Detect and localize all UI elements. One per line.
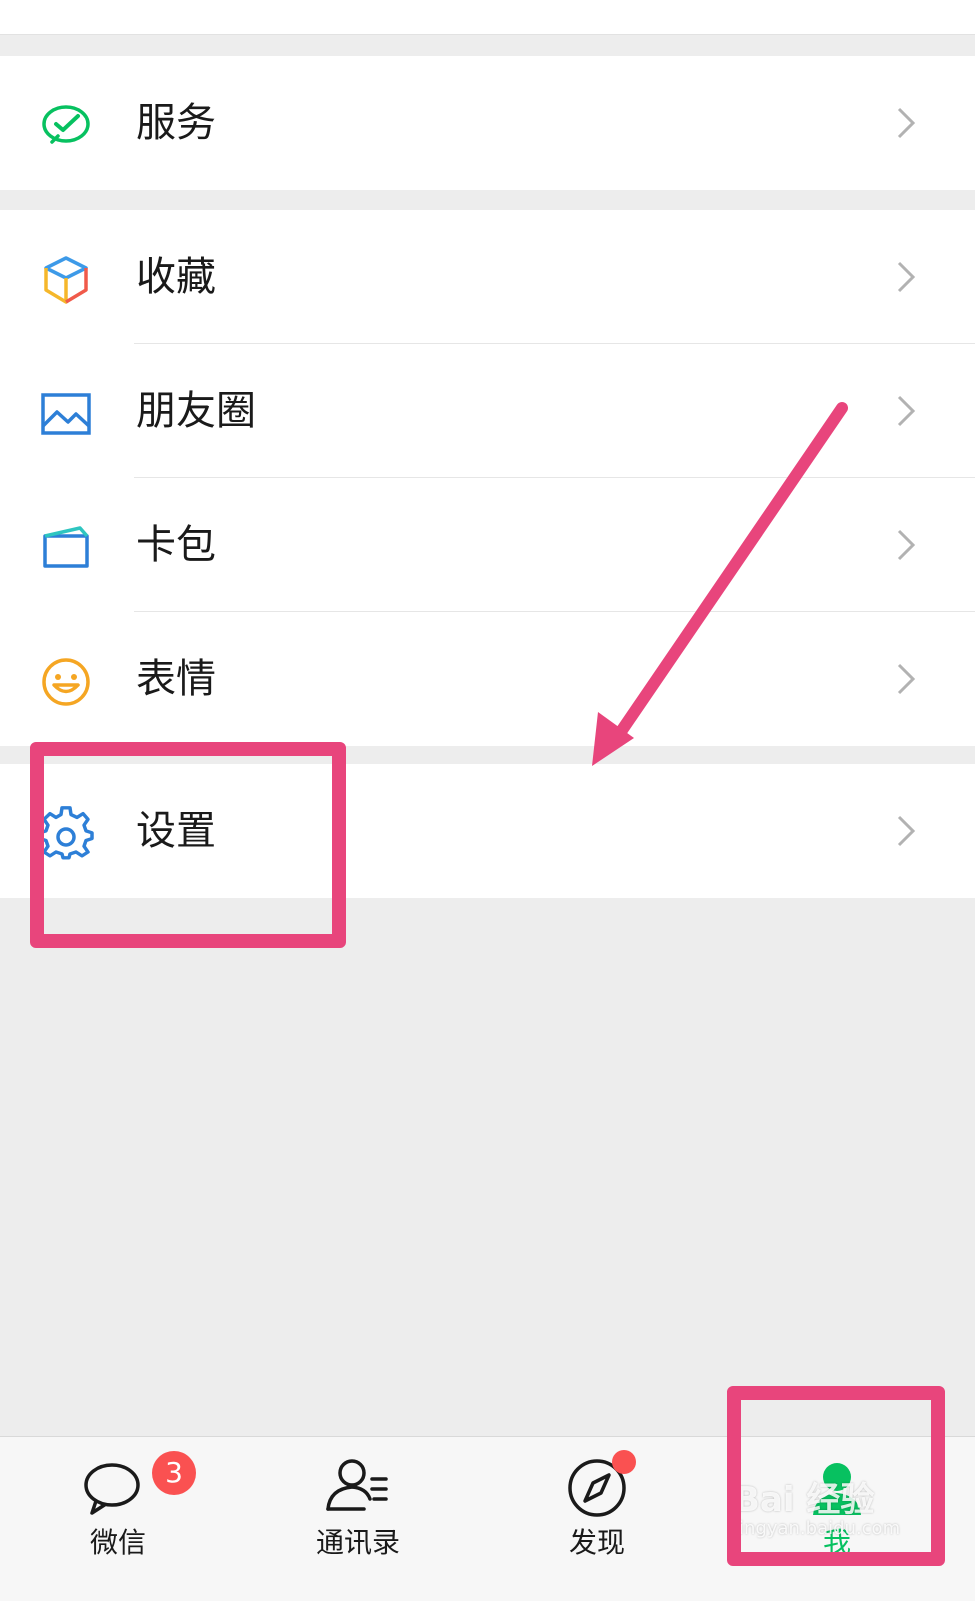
annotation-arrow: [592, 402, 848, 766]
